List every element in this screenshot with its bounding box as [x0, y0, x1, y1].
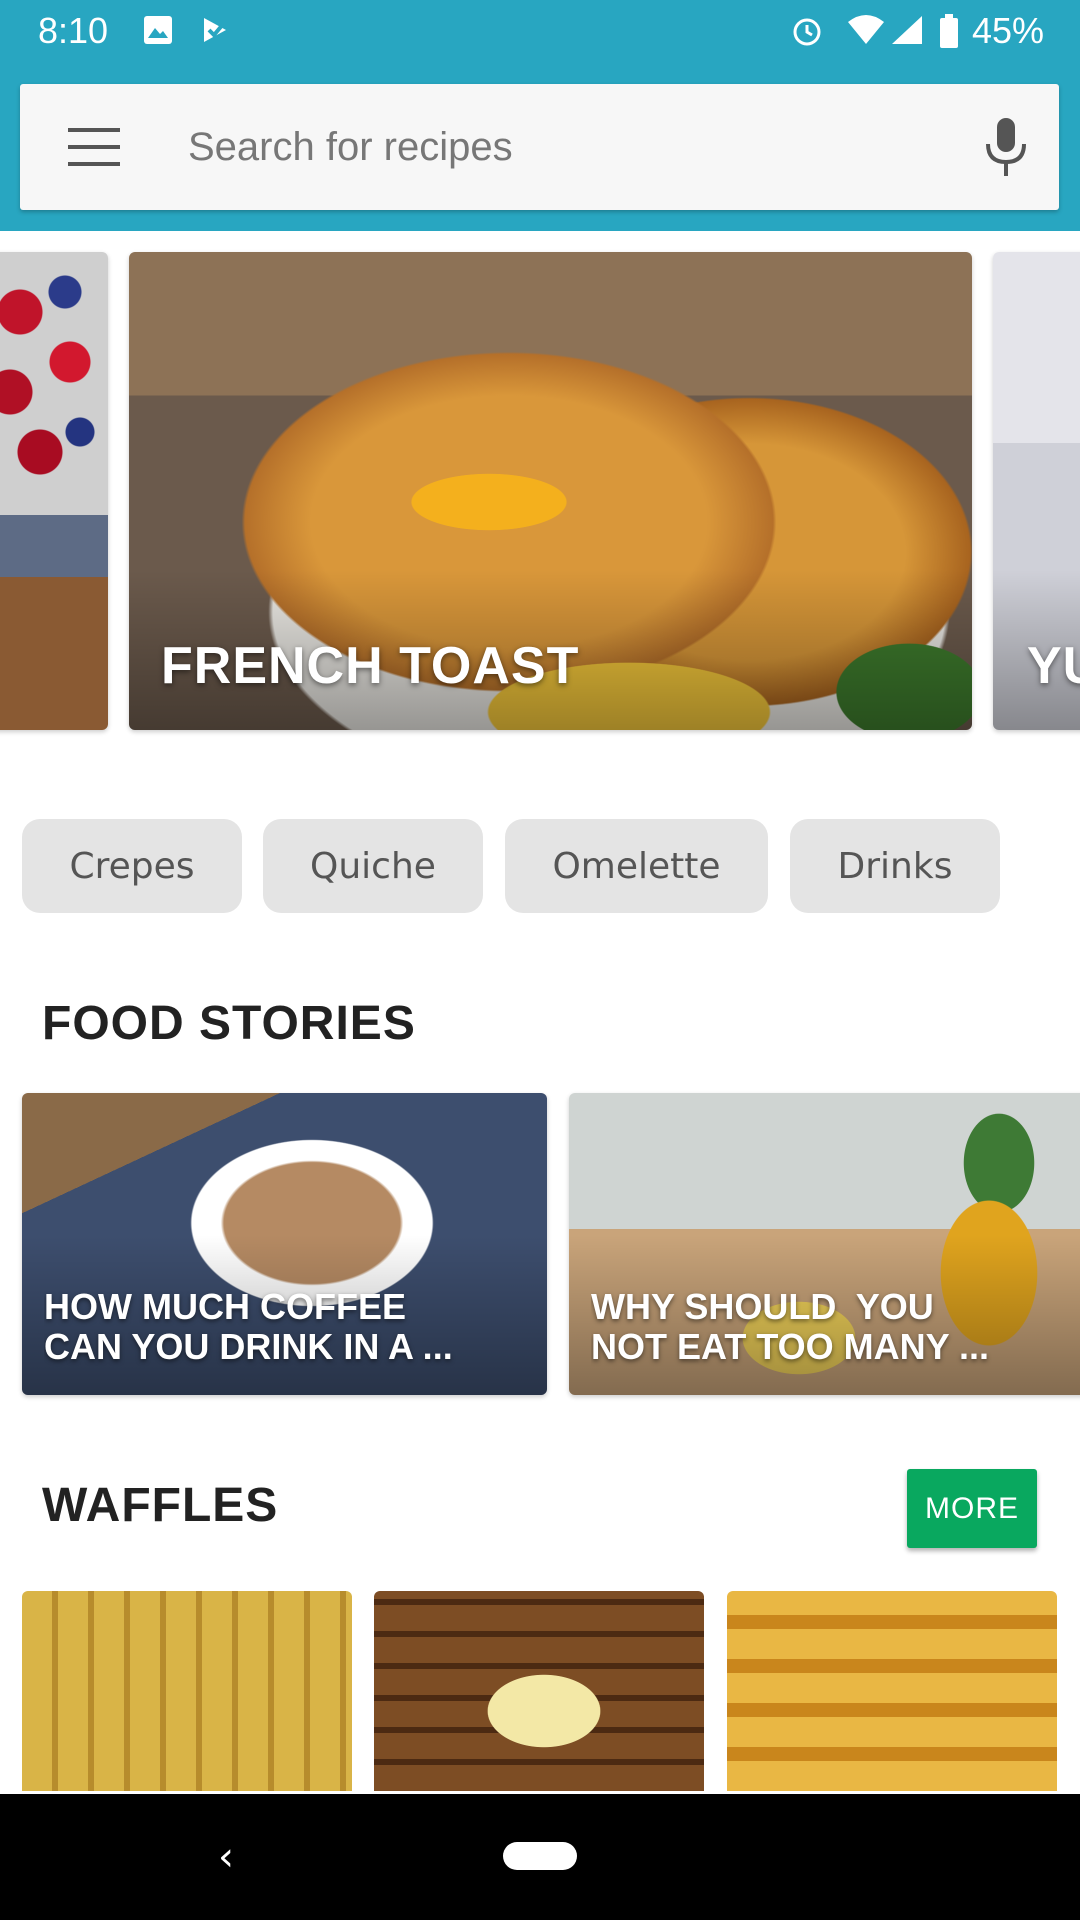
- story-title-line1: HOW MUCH COFFEE: [44, 1287, 406, 1327]
- waffle-card[interactable]: [727, 1591, 1057, 1791]
- system-nav-bar: ‹: [0, 1794, 1080, 1920]
- story-card-coffee[interactable]: HOW MUCH COFFEE CAN YOU DRINK IN A ...: [22, 1093, 547, 1395]
- battery-percent: 45%: [971, 10, 1044, 51]
- microphone-icon[interactable]: [980, 118, 1032, 178]
- waffles-more-button[interactable]: MORE: [907, 1469, 1037, 1548]
- recipe-home-screen: 8:10 45% Search for recipes FRENCH TOAST…: [0, 0, 1080, 1920]
- waffle-card[interactable]: [374, 1591, 704, 1791]
- story-title-line2: CAN YOU DRINK IN A ...: [44, 1326, 453, 1367]
- status-bar: 8:10 45%: [0, 0, 1080, 63]
- battery-icon: [940, 14, 958, 48]
- search-bar: [20, 84, 1059, 210]
- chip-crepes[interactable]: Crepes: [22, 819, 242, 913]
- waffles-heading: WAFFLES: [42, 1479, 279, 1532]
- story-title-line2: NOT EAT TOO MANY ...: [591, 1326, 990, 1367]
- food-stories-heading: FOOD STORIES: [42, 997, 416, 1050]
- search-input[interactable]: [188, 112, 948, 182]
- alarm-icon: [793, 18, 821, 46]
- home-pill-icon[interactable]: [503, 1842, 577, 1870]
- image-icon: [144, 16, 172, 44]
- hero-card-next[interactable]: YU: [993, 252, 1080, 730]
- hero-card-berries[interactable]: [0, 252, 108, 730]
- hero-card-french-toast[interactable]: FRENCH TOAST: [129, 252, 972, 730]
- status-time: 8:10: [38, 10, 109, 51]
- chip-omelette[interactable]: Omelette: [505, 819, 768, 913]
- chip-quiche[interactable]: Quiche: [263, 819, 483, 913]
- hero-card-title: FRENCH TOAST: [161, 637, 580, 695]
- signal-icon: [892, 16, 922, 44]
- story-card-pineapple[interactable]: WHY SHOULD YOU NOT EAT TOO MANY ...: [569, 1093, 1080, 1395]
- back-icon[interactable]: ‹: [218, 1834, 234, 1880]
- wifi-icon: [848, 15, 884, 44]
- hero-card-title: YU: [1027, 637, 1080, 695]
- menu-icon[interactable]: [68, 128, 120, 166]
- chip-drinks[interactable]: Drinks: [790, 819, 1000, 913]
- story-card-title: WHY SHOULD YOU NOT EAT TOO MANY ...: [591, 1287, 1071, 1367]
- check-icon: [204, 18, 226, 42]
- story-card-title: HOW MUCH COFFEE CAN YOU DRINK IN A ...: [44, 1287, 524, 1367]
- story-title-line1: WHY SHOULD YOU: [591, 1287, 934, 1327]
- waffle-card[interactable]: [22, 1591, 352, 1791]
